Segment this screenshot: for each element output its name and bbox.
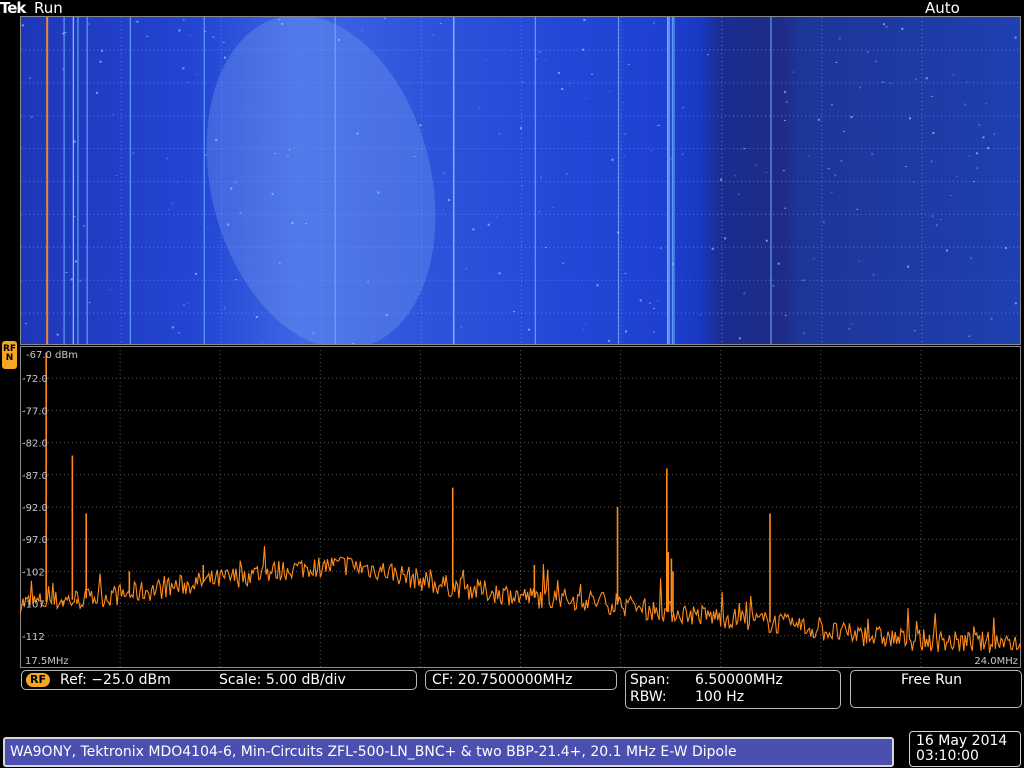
info-banner-text: WA9ONY, Tektronix MDO4104-6, Min-Circuit…	[10, 744, 737, 760]
free-run-text: Free Run	[901, 672, 963, 688]
reference-level-text: Ref: −25.0 dBm	[60, 672, 171, 688]
date-time-display: 16 May 2014 03:10:00	[909, 731, 1021, 767]
rf-marker-bottom-label: N	[5, 353, 14, 363]
center-frequency-readout[interactable]: CF: 20.7500000MHz	[425, 670, 617, 690]
rbw-value: 100 Hz	[695, 689, 745, 705]
y-tick-label: -92.0	[22, 503, 48, 514]
spectrogram-display[interactable]	[20, 16, 1021, 345]
frequency-domain-display[interactable]: -67.0 dBm -72.0 -77.0 -82.0 -87.0 -92.0 -97.0 -…	[20, 346, 1021, 668]
spectrum-plot: -67.0 dBm -72.0 -77.0 -82.0 -87.0 -92.0 -97.0 -…	[20, 346, 1021, 668]
free-run-readout[interactable]: Free Run	[850, 670, 1022, 708]
y-tick-label: -107	[22, 600, 45, 611]
span-label: Span:	[630, 672, 670, 688]
stop-frequency-label: 24.0MHz	[974, 656, 1018, 667]
y-tick-label: -77.0	[22, 406, 48, 417]
start-frequency-label: 17.5MHz	[25, 656, 69, 667]
y-tick-label: -97.0	[22, 535, 48, 546]
y-tick-label: -82.0	[22, 439, 48, 450]
span-value: 6.50000MHz	[695, 672, 783, 688]
acquisition-run-status[interactable]: Run	[34, 0, 63, 17]
vertical-scale-text: Scale: 5.00 dB/div	[219, 672, 346, 688]
y-tick-label: -102	[22, 567, 45, 578]
span-rbw-readout[interactable]: Span: 6.50000MHz RBW: 100 Hz	[625, 670, 841, 709]
info-banner: WA9ONY, Tektronix MDO4104-6, Min-Circuit…	[3, 737, 894, 767]
spectrogram-grid	[21, 17, 1020, 344]
y-tick-label: -112	[22, 632, 45, 643]
date-text: 16 May 2014	[916, 733, 1008, 749]
tek-logo: Tek	[0, 0, 26, 17]
trigger-mode-label[interactable]: Auto	[925, 0, 960, 17]
rf-reference-scale-readout[interactable]: RF Ref: −25.0 dBm Scale: 5.00 dB/div	[21, 670, 417, 690]
rbw-label: RBW:	[630, 689, 667, 705]
ref-level-label: -67.0 dBm	[26, 350, 78, 361]
center-frequency-text: CF: 20.7500000MHz	[432, 672, 573, 688]
rf-channel-badge: RF	[26, 673, 50, 687]
rf-reference-marker[interactable]: RF N	[2, 341, 17, 369]
spectrum-grid	[20, 346, 1021, 668]
y-tick-label: -87.0	[22, 471, 48, 482]
top-status-bar: Tek Run Auto	[0, 0, 1024, 17]
time-text: 03:10:00	[916, 748, 979, 764]
spectrogram-waterfall	[21, 17, 1020, 344]
y-tick-label: -72.0	[22, 374, 48, 385]
